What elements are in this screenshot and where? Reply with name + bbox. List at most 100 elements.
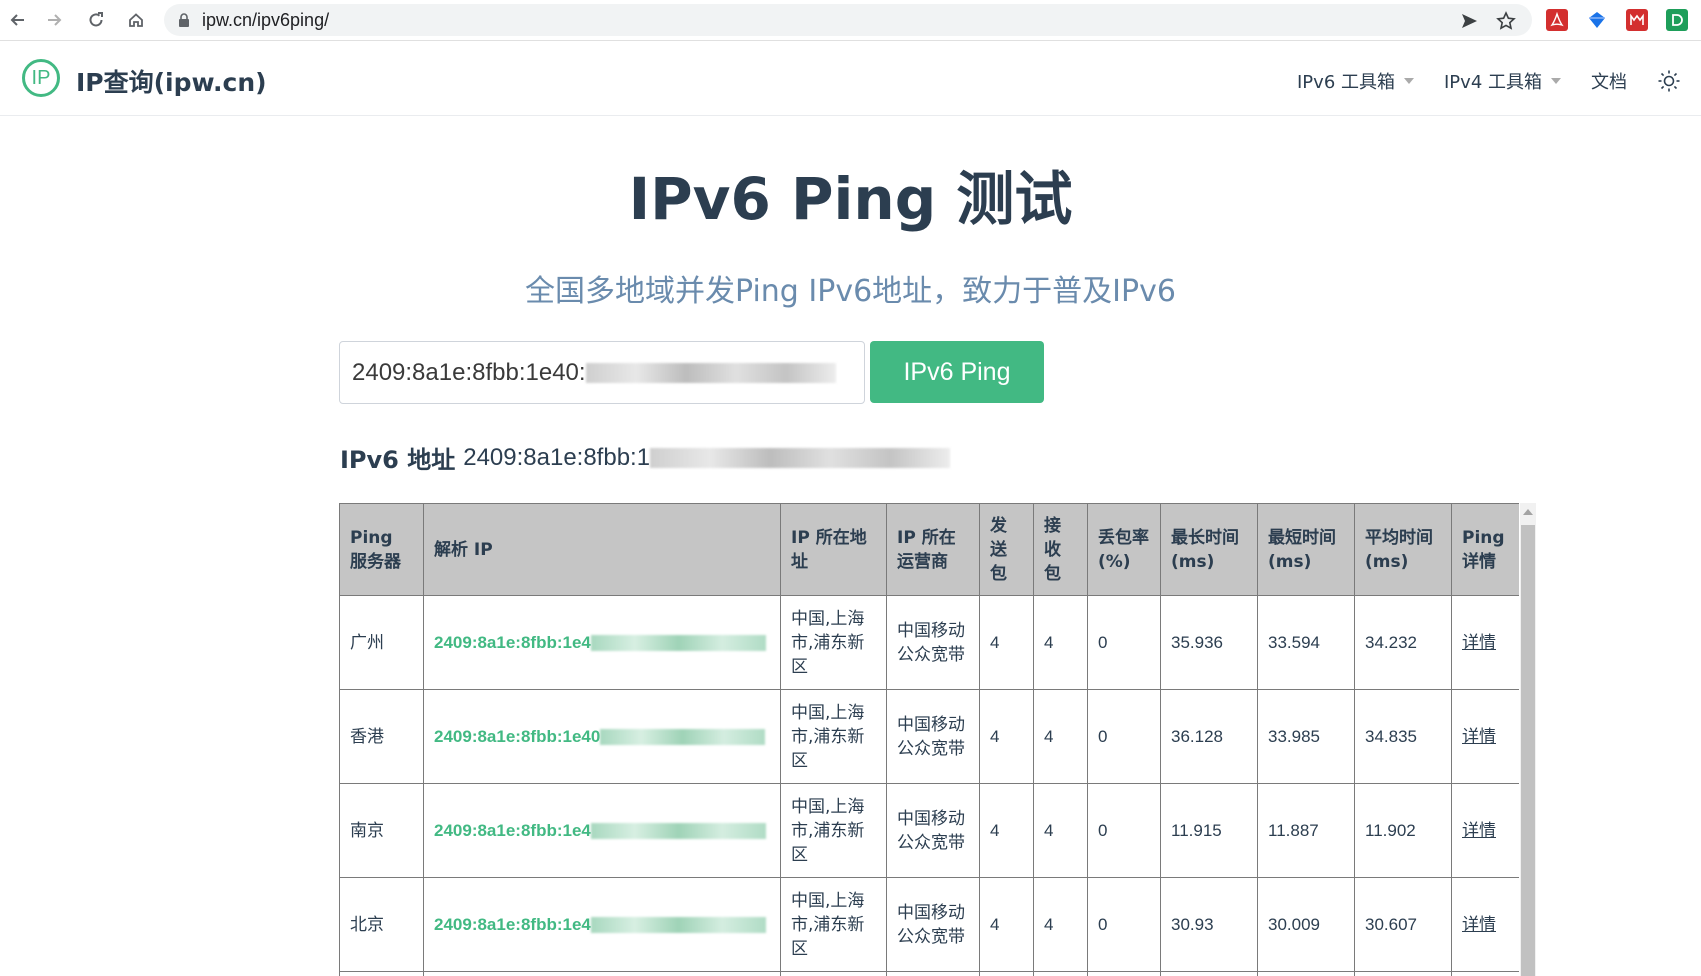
cell-max: 11.915 xyxy=(1160,783,1258,878)
cell-location: 中国,上海市,浦东新区 xyxy=(780,877,887,972)
cell-server: 南京 xyxy=(339,783,424,878)
nav-ipv4-toolbox[interactable]: IPv4 工具箱 xyxy=(1444,68,1561,94)
input-value: 2409:8a1e:8fbb:1e40: xyxy=(352,358,586,386)
cell-received: 4 xyxy=(1033,689,1088,784)
vertical-scrollbar[interactable] xyxy=(1520,503,1536,976)
cell-detail: 详情 xyxy=(1451,783,1519,878)
cell-loss: 0 xyxy=(1087,689,1161,784)
ipv6-address-input[interactable]: 2409:8a1e:8fbb:1e40: xyxy=(339,341,865,404)
cell-avg: 34.835 xyxy=(1354,689,1452,784)
column-header: IP 所在运营商 xyxy=(886,503,980,596)
detail-link[interactable]: 详情 xyxy=(1462,821,1496,841)
ip-text: 2409:8a1e:8fbb:1e40 xyxy=(434,726,601,746)
redacted-text xyxy=(590,917,766,934)
detail-link[interactable]: 详情 xyxy=(1462,633,1496,653)
nav-label: 文档 xyxy=(1591,72,1627,93)
detail-link[interactable]: 详情 xyxy=(1462,915,1496,935)
reload-icon xyxy=(89,12,103,27)
cell-loss: 0 xyxy=(1087,595,1161,690)
cell-isp: 中国移动公众宽带 xyxy=(886,877,980,972)
pdf-extension-icon[interactable] xyxy=(1546,9,1568,31)
column-header: 最长时间(ms) xyxy=(1160,503,1258,596)
ipv6-ping-button[interactable]: IPv6 Ping xyxy=(870,341,1044,403)
home-button[interactable] xyxy=(118,2,154,38)
table-row: 广州 2409:8a1e:8fbb:1e4 中国,上海市,浦东新区 中国移动公众… xyxy=(339,595,1519,690)
cell-min: 33.985 xyxy=(1257,689,1355,784)
cell-min: 11.887 xyxy=(1257,783,1355,878)
cell-received: 4 xyxy=(1033,595,1088,690)
cell-loss: 0 xyxy=(1087,783,1161,878)
cell-min: 30.009 xyxy=(1257,877,1355,972)
table-row: 南京 2409:8a1e:8fbb:1e4 中国,上海市,浦东新区 中国移动公众… xyxy=(339,783,1519,878)
cell-detail: 详情 xyxy=(1451,689,1519,784)
column-header: 最短时间(ms) xyxy=(1257,503,1355,596)
column-header: Ping 服务器 xyxy=(339,503,424,596)
address-bar[interactable]: ipw.cn/ipv6ping/ xyxy=(164,4,1532,36)
site-title[interactable]: IP查询(ipw.cn) xyxy=(76,63,267,99)
column-header: 丢包率(%) xyxy=(1087,503,1161,596)
cell-max: 35.936 xyxy=(1160,595,1258,690)
cell-isp: 中国移动公众宽带 xyxy=(886,689,980,784)
cell-server: 香港 xyxy=(339,689,424,784)
ip-text: 2409:8a1e:8fbb:1e4 xyxy=(434,632,591,652)
scrollbar-thumb[interactable] xyxy=(1521,525,1535,976)
lock-icon xyxy=(179,13,189,27)
mendeley-extension-icon[interactable] xyxy=(1626,9,1648,31)
cell-location: 中国,上海市,浦东新区 xyxy=(780,783,887,878)
nav-label: IPv4 工具箱 xyxy=(1444,72,1542,93)
cell-resolved-ip: 2409:8a1e:8fbb:1e4 xyxy=(423,877,781,972)
cell-location: 中国,上海市,浦东新区 xyxy=(780,689,887,784)
nav-docs[interactable]: 文档 xyxy=(1591,68,1627,94)
table-header-row: Ping 服务器 解析 IP IP 所在地址 IP 所在运营商 发送包 接收包 … xyxy=(339,503,1519,596)
cell-min: 33.594 xyxy=(1257,595,1355,690)
cell-detail: 详情 xyxy=(1451,595,1519,690)
page-subtitle: 全国多地域并发Ping IPv6地址，致力于普及IPv6 xyxy=(525,274,1176,309)
column-header: Ping 详情 xyxy=(1451,503,1519,596)
cell-isp: 中国移动公众宽带 xyxy=(886,595,980,690)
column-header: 发送包 xyxy=(979,503,1034,596)
address-value: 2409:8a1e:8fbb:1 xyxy=(463,443,651,471)
cell-received: 4 xyxy=(1033,783,1088,878)
star-icon[interactable] xyxy=(1496,11,1516,31)
browser-toolbar: ipw.cn/ipv6ping/ xyxy=(0,0,1701,41)
ip-text: 2409:8a1e:8fbb:1e4 xyxy=(434,914,591,934)
cell-loss: 0 xyxy=(1087,877,1161,972)
ping-results-table-container: Ping 服务器 解析 IP IP 所在地址 IP 所在运营商 发送包 接收包 … xyxy=(339,503,1519,976)
ip-text: 2409:8a1e:8fbb:1e4 xyxy=(434,820,591,840)
cell-max: 30.93 xyxy=(1160,877,1258,972)
cell-sent: 4 xyxy=(979,595,1034,690)
cell-resolved-ip: 2409:8a1e:8fbb:1e4 xyxy=(423,595,781,690)
page-title: IPv6 Ping 测试 xyxy=(628,165,1073,233)
nav-ipv6-toolbox[interactable]: IPv6 工具箱 xyxy=(1297,68,1414,94)
send-icon[interactable] xyxy=(1460,12,1478,30)
redacted-text xyxy=(590,823,766,840)
site-logo[interactable]: IP xyxy=(22,59,60,97)
cell-sent: 4 xyxy=(979,783,1034,878)
caret-down-icon xyxy=(1551,78,1561,84)
reload-button[interactable] xyxy=(78,2,114,38)
cell-sent: 4 xyxy=(979,877,1034,972)
scroll-up-arrow-icon[interactable] xyxy=(1523,509,1533,515)
cell-detail: 详情 xyxy=(1451,877,1519,972)
column-header: 解析 IP xyxy=(423,503,781,596)
diamond-extension-icon[interactable] xyxy=(1586,9,1608,31)
redacted-text xyxy=(600,729,766,746)
back-icon xyxy=(10,14,24,26)
table-row: 北京 2409:8a1e:8fbb:1e4 中国,上海市,浦东新区 中国移动公众… xyxy=(339,877,1519,972)
cell-avg: 11.902 xyxy=(1354,783,1452,878)
redacted-text xyxy=(585,362,836,383)
table-row: 香港 2409:8a1e:8fbb:1e40 中国,上海市,浦东新区 中国移动公… xyxy=(339,689,1519,784)
cell-server: 北京 xyxy=(339,877,424,972)
column-header: 接收包 xyxy=(1033,503,1088,596)
redacted-text xyxy=(650,447,951,468)
table-row xyxy=(339,971,1519,976)
back-button[interactable] xyxy=(0,2,36,38)
forward-button[interactable] xyxy=(36,2,72,38)
sun-icon[interactable] xyxy=(1657,69,1681,93)
d-extension-icon[interactable] xyxy=(1666,9,1688,31)
cell-resolved-ip: 2409:8a1e:8fbb:1e4 xyxy=(423,783,781,878)
detail-link[interactable]: 详情 xyxy=(1462,727,1496,747)
cell-received: 4 xyxy=(1033,877,1088,972)
cell-resolved-ip: 2409:8a1e:8fbb:1e40 xyxy=(423,689,781,784)
cell-avg: 34.232 xyxy=(1354,595,1452,690)
